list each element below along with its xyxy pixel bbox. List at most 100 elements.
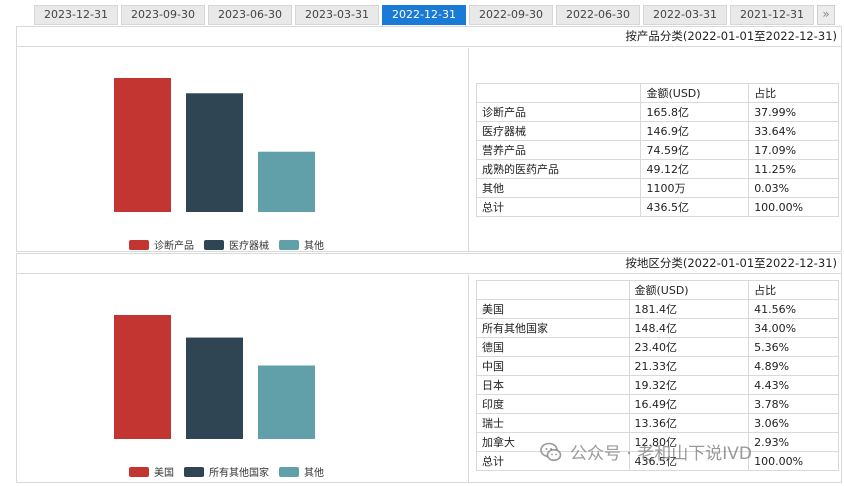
region-bar-chart bbox=[114, 315, 315, 439]
tab-2022-03-31[interactable]: 2022-03-31 bbox=[643, 5, 727, 25]
region-cell: 印度 bbox=[476, 394, 630, 414]
table-row: 诊断产品 165.8亿 37.99% bbox=[475, 102, 839, 122]
region-cell: 23.40亿 bbox=[628, 337, 750, 357]
region-cell: 瑞士 bbox=[476, 413, 630, 433]
tab-2022-06-30[interactable]: 2022-06-30 bbox=[556, 5, 640, 25]
table-row: 所有其他国家 148.4亿 34.00% bbox=[476, 318, 839, 338]
region-cell: 总计 bbox=[476, 451, 630, 471]
table-row: 总计 436.5亿 100.00% bbox=[475, 197, 839, 217]
table-row: 总计 436.5亿 100.00% bbox=[476, 451, 839, 471]
region-cell: 3.78% bbox=[748, 394, 839, 414]
product-cell: 其他 bbox=[475, 178, 642, 198]
legend-item[interactable]: 其他 bbox=[279, 464, 324, 479]
product-cell: 100.00% bbox=[748, 197, 839, 217]
table-row: 其他 1100万 0.03% bbox=[475, 178, 839, 198]
region-section-title: 按地区分类(2022-01-01至2022-12-31) bbox=[17, 254, 841, 274]
product-section: 按产品分类(2022-01-01至2022-12-31) 诊断产品 医疗器械 其他 … bbox=[16, 26, 842, 252]
legend-label: 所有其他国家 bbox=[209, 468, 269, 479]
tab-2021-12-31[interactable]: 2021-12-31 bbox=[730, 5, 814, 25]
region-cell: 34.00% bbox=[748, 318, 839, 338]
legend-swatch bbox=[279, 239, 299, 250]
period-tabs: 2023-12-31 2023-09-30 2023-06-30 2023-03-31… bbox=[34, 5, 835, 25]
table-row: 成熟的医药产品 49.12亿 11.25% bbox=[475, 159, 839, 179]
product-cell: 成熟的医药产品 bbox=[475, 159, 642, 179]
legend-label: 诊断产品 bbox=[154, 241, 194, 252]
region-section: 按地区分类(2022-01-01至2022-12-31) 美国 所有其他国家 其他 … bbox=[16, 253, 842, 483]
table-row: 加拿大 12.80亿 2.93% bbox=[476, 432, 839, 452]
tab-2023-06-30[interactable]: 2023-06-30 bbox=[208, 5, 292, 25]
region-cell: 4.43% bbox=[748, 375, 839, 395]
product-header-2: 占比 bbox=[748, 83, 839, 103]
product-cell: 总计 bbox=[475, 197, 642, 217]
legend-swatch bbox=[129, 466, 149, 477]
region-cell: 181.4亿 bbox=[628, 299, 750, 319]
bar-其他[interactable] bbox=[258, 151, 315, 212]
region-cell: 16.49亿 bbox=[628, 394, 750, 414]
product-cell: 1100万 bbox=[640, 178, 750, 198]
legend-label: 美国 bbox=[154, 468, 174, 479]
table-row: 美国 181.4亿 41.56% bbox=[476, 299, 839, 319]
tabs-next-button[interactable]: » bbox=[817, 5, 835, 25]
product-cell: 33.64% bbox=[748, 121, 839, 141]
product-header-0 bbox=[475, 83, 642, 103]
region-cell: 中国 bbox=[476, 356, 630, 376]
legend-swatch bbox=[184, 466, 204, 477]
region-cell: 5.36% bbox=[748, 337, 839, 357]
table-row: 瑞士 13.36亿 3.06% bbox=[476, 413, 839, 433]
bar-所有其他国家[interactable] bbox=[186, 337, 243, 439]
legend-item[interactable]: 医疗器械 bbox=[204, 237, 269, 252]
legend-label: 其他 bbox=[304, 241, 324, 252]
region-cell: 12.80亿 bbox=[628, 432, 750, 452]
legend-item[interactable]: 美国 bbox=[129, 464, 174, 479]
bar-美国[interactable] bbox=[114, 315, 171, 439]
legend-swatch bbox=[129, 239, 149, 250]
region-header-2: 占比 bbox=[748, 280, 839, 300]
product-cell: 11.25% bbox=[748, 159, 839, 179]
table-row: 印度 16.49亿 3.78% bbox=[476, 394, 839, 414]
legend-item[interactable]: 诊断产品 bbox=[129, 237, 194, 252]
legend-label: 医疗器械 bbox=[229, 241, 269, 252]
region-cell: 美国 bbox=[476, 299, 630, 319]
product-table: 金额(USD) 占比 诊断产品 165.8亿 37.99% 医疗器械 146.9亿 33.64… bbox=[475, 83, 839, 217]
product-bar-chart bbox=[114, 78, 315, 212]
table-row: 医疗器械 146.9亿 33.64% bbox=[475, 121, 839, 141]
region-cell: 2.93% bbox=[748, 432, 839, 452]
region-cell: 148.4亿 bbox=[628, 318, 750, 338]
table-row: 日本 19.32亿 4.43% bbox=[476, 375, 839, 395]
product-section-title: 按产品分类(2022-01-01至2022-12-31) bbox=[17, 27, 841, 47]
legend-swatch bbox=[204, 239, 224, 250]
product-cell: 74.59亿 bbox=[640, 140, 750, 160]
tab-2023-09-30[interactable]: 2023-09-30 bbox=[121, 5, 205, 25]
region-header-0 bbox=[476, 280, 630, 300]
legend-swatch bbox=[279, 466, 299, 477]
bar-医疗器械[interactable] bbox=[186, 93, 243, 212]
legend-item[interactable]: 所有其他国家 bbox=[184, 464, 269, 479]
region-header-1: 金额(USD) bbox=[628, 280, 750, 300]
region-cell: 日本 bbox=[476, 375, 630, 395]
tab-2022-12-31[interactable]: 2022-12-31 bbox=[382, 5, 466, 25]
product-cell: 医疗器械 bbox=[475, 121, 642, 141]
region-cell: 德国 bbox=[476, 337, 630, 357]
product-cell: 17.09% bbox=[748, 140, 839, 160]
tab-2022-09-30[interactable]: 2022-09-30 bbox=[469, 5, 553, 25]
bar-诊断产品[interactable] bbox=[114, 78, 171, 212]
region-cell: 4.89% bbox=[748, 356, 839, 376]
product-cell: 436.5亿 bbox=[640, 197, 750, 217]
bar-其他[interactable] bbox=[258, 365, 315, 439]
region-cell: 13.36亿 bbox=[628, 413, 750, 433]
table-row: 德国 23.40亿 5.36% bbox=[476, 337, 839, 357]
region-cell: 加拿大 bbox=[476, 432, 630, 452]
region-cell: 3.06% bbox=[748, 413, 839, 433]
region-cell: 436.5亿 bbox=[628, 451, 750, 471]
tab-2023-03-31[interactable]: 2023-03-31 bbox=[295, 5, 379, 25]
legend-item[interactable]: 其他 bbox=[279, 237, 324, 252]
product-header-1: 金额(USD) bbox=[640, 83, 750, 103]
region-cell: 100.00% bbox=[748, 451, 839, 471]
table-row: 营养产品 74.59亿 17.09% bbox=[475, 140, 839, 160]
region-cell: 所有其他国家 bbox=[476, 318, 630, 338]
product-cell: 0.03% bbox=[748, 178, 839, 198]
product-cell: 37.99% bbox=[748, 102, 839, 122]
product-chart: 诊断产品 医疗器械 其他 bbox=[17, 48, 469, 252]
table-row: 中国 21.33亿 4.89% bbox=[476, 356, 839, 376]
tab-2023-12-31[interactable]: 2023-12-31 bbox=[34, 5, 118, 25]
